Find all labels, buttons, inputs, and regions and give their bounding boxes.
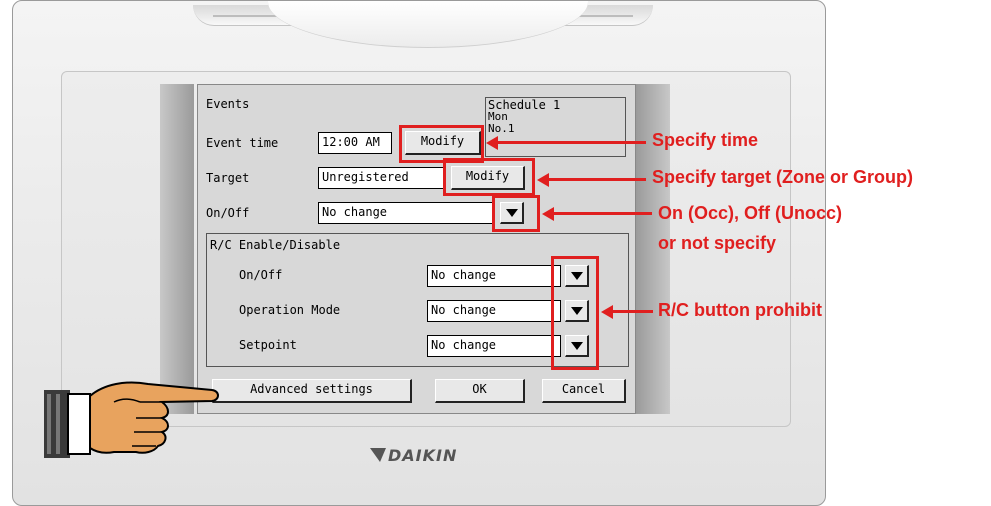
onoff-dropdown-highlight <box>492 195 540 232</box>
onoff-select[interactable]: No change <box>318 202 494 224</box>
event-time-field[interactable]: 12:00 AM <box>318 132 392 154</box>
annotation-rc-prohibit: R/C button prohibit <box>658 300 822 320</box>
pointing-hand-icon <box>44 381 219 458</box>
cancel-button[interactable]: Cancel <box>542 379 626 403</box>
advanced-settings-button[interactable]: Advanced settings <box>212 379 412 403</box>
screen-shadow-left <box>160 84 194 414</box>
annotation-onoff-line1: On (Occ), Off (Unocc) <box>658 203 842 223</box>
target-arrow-head-icon <box>537 173 549 187</box>
time-arrow-head-icon <box>486 136 498 150</box>
screen-title: Events <box>206 97 250 111</box>
rc-arrow-line <box>613 310 653 313</box>
target-modify-highlight <box>443 158 535 196</box>
rc-onoff-label: On/Off <box>239 268 283 282</box>
rc-operation-mode-select[interactable]: No change <box>427 300 561 322</box>
onoff-label: On/Off <box>206 206 250 220</box>
rc-onoff-select[interactable]: No change <box>427 265 561 287</box>
ok-button[interactable]: OK <box>435 379 525 403</box>
rc-setpoint-label: Setpoint <box>239 338 297 352</box>
annotation-specify-time: Specify time <box>652 130 759 150</box>
brand-text: DAIKIN <box>388 446 458 465</box>
target-field[interactable]: Unregistered <box>318 167 446 189</box>
rc-operation-mode-label: Operation Mode <box>239 303 341 317</box>
target-label: Target <box>206 171 250 185</box>
rc-setpoint-select[interactable]: No change <box>427 335 561 357</box>
rc-dropdowns-highlight <box>551 256 599 370</box>
rc-arrow-head-icon <box>601 305 613 319</box>
schedule-number: No.1 <box>488 122 515 135</box>
rc-group-title: R/C Enable/Disable <box>210 238 341 252</box>
daikin-logo-icon <box>370 448 386 462</box>
schedule-info-box: Schedule 1 Mon No.1 <box>485 97 626 157</box>
annotation-specify-target: Specify target (Zone or Group) <box>652 167 914 187</box>
target-arrow-line <box>548 178 646 181</box>
schedule-name: Schedule 1 <box>488 98 561 112</box>
annotation-onoff-line2: or not specify <box>658 233 777 253</box>
time-arrow-line <box>498 141 646 144</box>
daikin-logo: DAIKIN <box>370 446 490 466</box>
onoff-arrow-head-icon <box>542 207 554 221</box>
device-top-bump <box>268 1 588 48</box>
event-time-label: Event time <box>206 136 279 150</box>
onoff-arrow-line <box>554 212 652 215</box>
